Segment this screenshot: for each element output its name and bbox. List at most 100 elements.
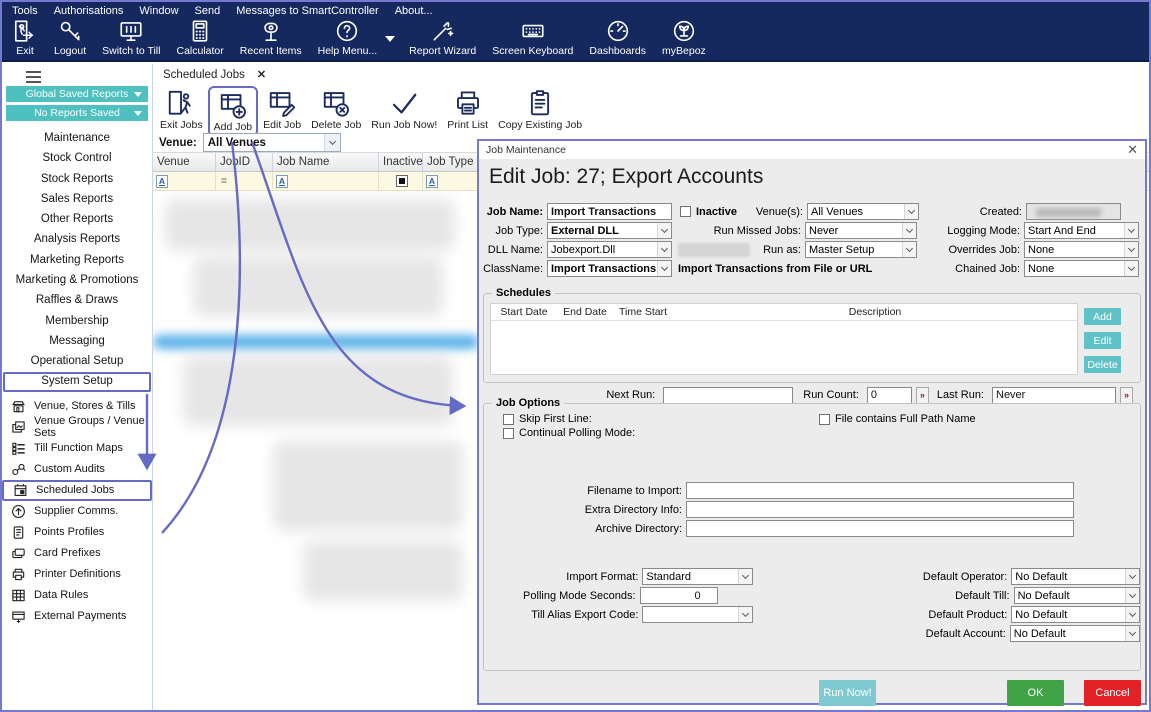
tristate-checkbox-icon[interactable]: [396, 175, 408, 187]
menu-authorisations[interactable]: Authorisations: [54, 5, 124, 17]
exit-jobs-button[interactable]: Exit Jobs: [155, 86, 208, 133]
dashboards-button[interactable]: Dashboards: [581, 18, 654, 57]
sidebar-item-membership[interactable]: Membership: [2, 311, 152, 331]
menu-messages-smartcontroller[interactable]: Messages to SmartController: [236, 5, 378, 17]
chevron-down-icon[interactable]: [1125, 588, 1139, 603]
sidebar-item-supplier-comms[interactable]: Supplier Comms.: [2, 501, 152, 522]
sidebar-item-card-prefixes[interactable]: Card Prefixes: [2, 543, 152, 564]
tab-scheduled-jobs[interactable]: Scheduled Jobs: [163, 69, 245, 81]
last-run-input[interactable]: [992, 386, 1116, 404]
sidebar-item-scheduled-jobs[interactable]: Scheduled Jobs: [2, 479, 152, 501]
chevron-down-icon[interactable]: [902, 223, 916, 238]
filter-cell-job-name[interactable]: A: [273, 172, 379, 190]
default-operator-select[interactable]: No Default: [1011, 568, 1140, 585]
switch-to-till-button[interactable]: Switch to Till: [94, 18, 168, 57]
sidebar-item-printer-definitions[interactable]: Printer Definitions: [2, 564, 152, 585]
report-wizard-button[interactable]: Report Wizard: [401, 18, 484, 57]
skip-first-line-checkbox[interactable]: [503, 413, 514, 425]
ok-button[interactable]: OK: [1007, 680, 1064, 706]
text-filter-icon[interactable]: A: [276, 174, 288, 188]
classname-select[interactable]: Import Transactions: [547, 260, 672, 277]
sidebar-item-venue-stores-tills[interactable]: Venue, Stores & Tills: [2, 396, 152, 417]
run-job-now-button[interactable]: Run Job Now!: [366, 86, 442, 133]
column-header-jobid[interactable]: JobID: [216, 153, 273, 171]
close-icon[interactable]: ✕: [1127, 142, 1138, 158]
no-reports-saved-dropdown[interactable]: No Reports Saved: [6, 105, 148, 121]
sidebar-item-external-payments[interactable]: External Payments: [2, 606, 152, 627]
exit-button[interactable]: Exit: [4, 18, 46, 57]
run-count-spinner[interactable]: »: [915, 386, 929, 404]
schedules-table[interactable]: Start Date End Date Time Start Descripti…: [490, 303, 1078, 375]
schedule-edit-button[interactable]: Edit: [1084, 332, 1121, 349]
menu-send[interactable]: Send: [195, 5, 221, 17]
chevron-down-icon[interactable]: [323, 134, 340, 151]
filter-cell-jobid[interactable]: =: [216, 172, 273, 190]
delete-job-button[interactable]: Delete Job: [306, 86, 366, 133]
hamburger-menu-icon[interactable]: [26, 71, 41, 83]
next-run-input[interactable]: [663, 386, 794, 404]
mybepoz-button[interactable]: myBepoz: [654, 18, 714, 57]
chevron-down-icon[interactable]: [1125, 626, 1139, 641]
filter-cell-job-type[interactable]: A: [423, 172, 478, 190]
add-job-button[interactable]: Add Job: [207, 86, 259, 137]
global-saved-reports-dropdown[interactable]: Global Saved Reports: [6, 86, 148, 102]
sidebar-item-marketing-promotions[interactable]: Marketing & Promotions: [2, 270, 152, 290]
sidebar-item-data-rules[interactable]: Data Rules: [2, 585, 152, 606]
run-count-input[interactable]: [866, 386, 912, 404]
chevron-down-icon[interactable]: [737, 569, 752, 584]
column-header-inactive[interactable]: Inactive: [379, 153, 423, 171]
venue-select[interactable]: All Venues: [202, 133, 341, 152]
chevron-down-icon[interactable]: [902, 242, 916, 257]
calculator-button[interactable]: Calculator: [168, 18, 231, 57]
logout-button[interactable]: Logout: [46, 18, 94, 57]
menu-about[interactable]: About...: [395, 5, 433, 17]
sidebar-item-stock-reports[interactable]: Stock Reports: [2, 169, 152, 189]
default-product-select[interactable]: No Default: [1011, 606, 1140, 623]
sidebar-item-points-profiles[interactable]: Points Profiles: [2, 522, 152, 543]
filename-input[interactable]: [686, 482, 1074, 499]
archive-dir-input[interactable]: [686, 520, 1074, 537]
chevron-down-icon[interactable]: [657, 242, 671, 257]
job-type-select[interactable]: External DLL: [547, 222, 672, 239]
overrides-job-select[interactable]: None: [1024, 241, 1139, 258]
chevron-down-icon[interactable]: [1125, 569, 1139, 584]
sidebar-item-analysis-reports[interactable]: Analysis Reports: [2, 229, 152, 249]
chevron-down-icon[interactable]: [657, 261, 671, 276]
column-header-job-name[interactable]: Job Name: [273, 153, 379, 171]
sidebar-item-till-function-maps[interactable]: Till Function Maps: [2, 438, 152, 459]
menu-tools[interactable]: Tools: [12, 5, 38, 17]
chevron-down-icon[interactable]: [737, 607, 752, 622]
copy-existing-job-button[interactable]: Copy Existing Job: [493, 86, 587, 133]
cancel-button[interactable]: Cancel: [1084, 680, 1141, 706]
screen-keyboard-button[interactable]: Screen Keyboard: [484, 18, 581, 57]
schedule-add-button[interactable]: Add: [1084, 308, 1121, 325]
run-missed-jobs-select[interactable]: Never: [805, 222, 917, 239]
sidebar-item-stock-control[interactable]: Stock Control: [2, 148, 152, 168]
chevron-down-icon[interactable]: [1125, 607, 1139, 622]
filter-cell-venue[interactable]: A: [153, 172, 216, 190]
chevron-down-icon[interactable]: [1124, 242, 1138, 257]
menu-window[interactable]: Window: [139, 5, 178, 17]
help-menu-caret-icon[interactable]: [385, 36, 396, 42]
chevron-down-icon[interactable]: [1124, 261, 1138, 276]
default-account-select[interactable]: No Default: [1009, 625, 1140, 642]
equals-filter-icon[interactable]: =: [219, 176, 227, 187]
job-name-input[interactable]: [547, 203, 672, 220]
default-till-select[interactable]: No Default: [1013, 587, 1140, 604]
inactive-checkbox[interactable]: [680, 206, 691, 217]
run-now-button[interactable]: Run Now!: [819, 680, 876, 706]
tab-close-icon[interactable]: ✕: [257, 68, 266, 81]
sidebar-item-custom-audits[interactable]: Custom Audits: [2, 459, 152, 480]
extra-dir-input[interactable]: [686, 501, 1074, 518]
dll-name-select[interactable]: Jobexport.Dll: [547, 241, 672, 258]
sidebar-item-other-reports[interactable]: Other Reports: [2, 209, 152, 229]
chevron-down-icon[interactable]: [1124, 223, 1138, 238]
filter-cell-inactive[interactable]: [379, 172, 423, 190]
chevron-down-icon[interactable]: [904, 204, 918, 219]
sidebar-item-system-setup[interactable]: System Setup: [3, 371, 151, 392]
sidebar-item-operational-setup[interactable]: Operational Setup: [2, 351, 152, 371]
logging-mode-select[interactable]: Start And End: [1024, 222, 1139, 239]
run-as-select[interactable]: Master Setup: [805, 241, 917, 258]
sidebar-item-raffles-draws[interactable]: Raffles & Draws: [2, 290, 152, 310]
print-list-button[interactable]: Print List: [442, 86, 493, 133]
